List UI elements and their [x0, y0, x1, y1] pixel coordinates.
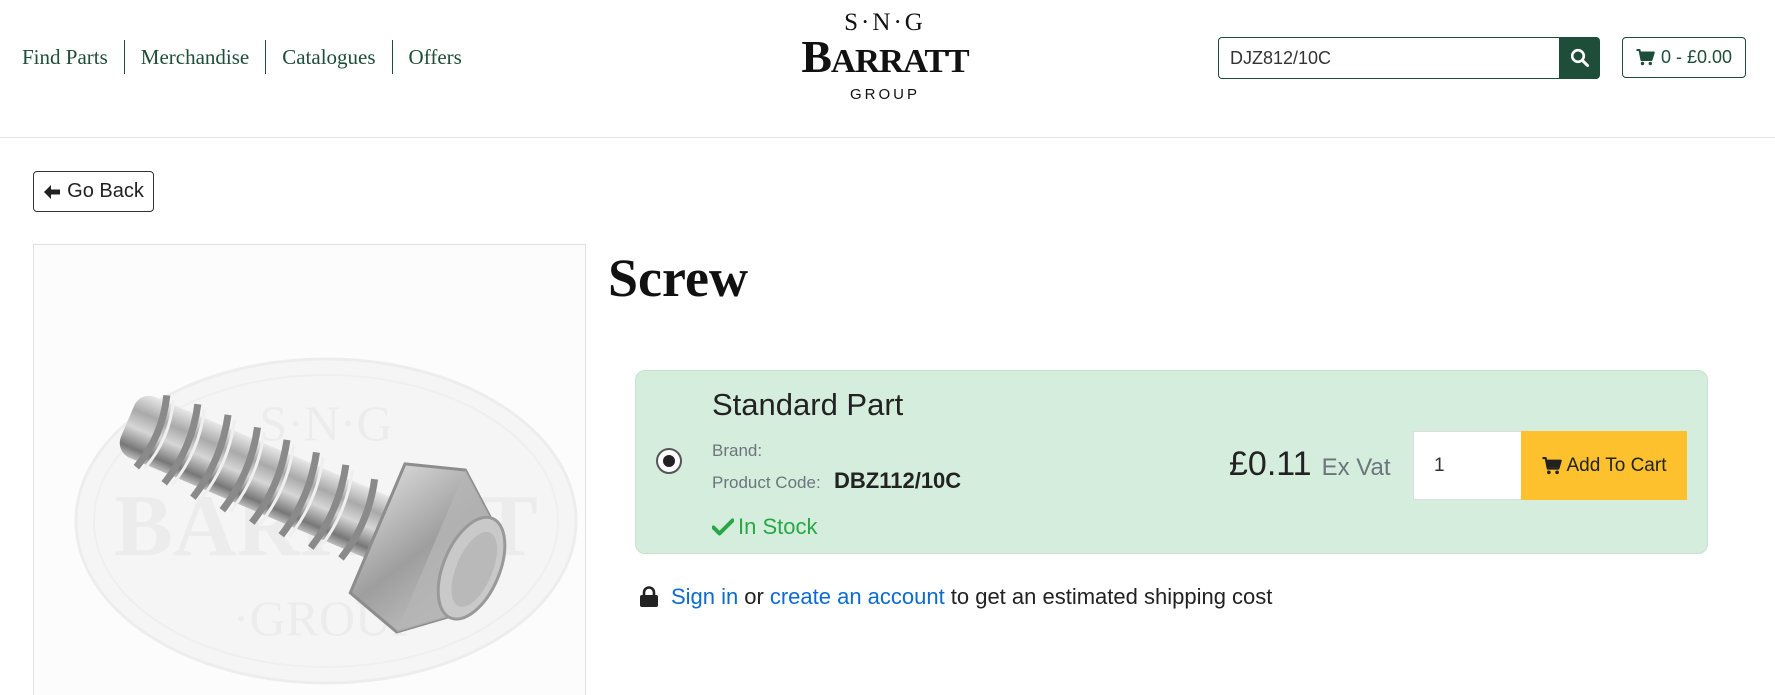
go-back-button[interactable]: Go Back: [33, 171, 154, 212]
logo-main-rest: ARRATT: [830, 43, 970, 80]
shipping-or-text: or: [744, 584, 764, 609]
price: £0.11 Ex Vat: [1229, 445, 1390, 484]
go-back-label: Go Back: [67, 180, 144, 202]
nav-offers[interactable]: Offers: [391, 40, 478, 74]
create-account-link[interactable]: create an account: [770, 584, 945, 610]
cart-button[interactable]: 0 - £0.00: [1622, 37, 1746, 78]
cart-icon: [1542, 456, 1562, 474]
logo-main-initial: B: [801, 32, 832, 82]
site-logo[interactable]: S·N·G BARRATT GROUP: [785, 10, 985, 106]
cart-icon: [1636, 49, 1655, 66]
product-image[interactable]: S·N·G BARRATT ·GROUP: [33, 244, 586, 695]
search-input[interactable]: [1218, 37, 1559, 79]
nav-find-parts[interactable]: Find Parts: [22, 40, 124, 74]
shipping-rest-text: to get an estimated shipping cost: [950, 584, 1273, 609]
part-option-card[interactable]: Standard Part Brand: Product Code: DBZ11…: [635, 370, 1708, 554]
nav-merchandise[interactable]: Merchandise: [123, 40, 265, 74]
search-bar: [1218, 37, 1600, 79]
search-button[interactable]: [1559, 37, 1600, 79]
screw-product-photo: S·N·G BARRATT ·GROUP: [74, 357, 578, 685]
main-nav: Find Parts Merchandise Catalogues Offers: [22, 40, 478, 74]
shipping-estimate-notice: Sign in or create an account to get an e…: [639, 584, 1272, 610]
logo-bottom-text: GROUP: [849, 86, 920, 103]
watermark-top-text: S·N·G: [259, 395, 392, 451]
part-type: Standard Part: [712, 387, 904, 422]
add-to-cart-button[interactable]: Add To Cart: [1521, 431, 1687, 500]
cart-summary: 0 - £0.00: [1660, 47, 1733, 67]
lock-icon: [640, 586, 658, 607]
site-header: Find Parts Merchandise Catalogues Offers…: [0, 0, 1775, 138]
brand-label: Brand:: [712, 441, 763, 460]
price-value: £0.11: [1229, 445, 1312, 483]
product-title: Screw: [608, 248, 748, 308]
arrow-left-icon: [44, 184, 61, 199]
logo-main-text: BARRATT: [783, 35, 987, 83]
radio-selected-dot: [663, 455, 675, 467]
product-code-label: Product Code:: [712, 473, 821, 492]
quantity-input[interactable]: [1413, 431, 1521, 500]
stock-label: In Stock: [738, 514, 818, 539]
price-vat-label: Ex Vat: [1321, 454, 1391, 481]
sign-in-link[interactable]: Sign in: [671, 584, 738, 610]
add-to-cart-label: Add To Cart: [1566, 454, 1667, 476]
nav-catalogues[interactable]: Catalogues: [265, 40, 391, 74]
stock-status: In Stock: [712, 514, 817, 540]
part-radio[interactable]: [656, 448, 682, 474]
check-icon: [712, 518, 734, 536]
search-icon: [1570, 48, 1589, 67]
product-code-value: DBZ112/10C: [834, 468, 962, 493]
